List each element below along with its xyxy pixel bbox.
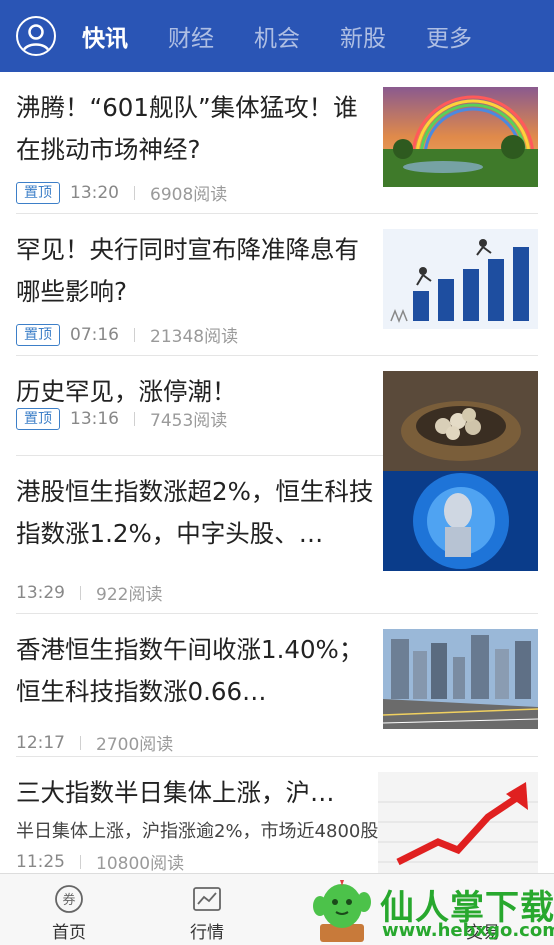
user-avatar-icon[interactable] [16, 16, 56, 56]
tab-gengduo[interactable]: 更多 [426, 19, 472, 53]
news-reads: 21348阅读 [150, 327, 239, 347]
tab-kuaixun[interactable]: 快讯 [82, 19, 128, 53]
top-nav-bar: 快讯 财经 机会 新股 更多 [0, 0, 554, 72]
news-meta: 置顶 13:20 6908阅读 [16, 180, 227, 205]
news-title[interactable]: 沸腾！“601舰队”集体猛攻！谁在挑动市场神经? [16, 87, 376, 171]
news-title[interactable]: 香港恒生指数午间收涨1.40%；恒生科技指数涨0.66… [16, 629, 376, 713]
divider [80, 585, 81, 600]
news-item[interactable]: 罕见！央行同时宣布降准降息有哪些影响? 置顶 07:16 21348阅读 [16, 214, 538, 356]
news-time: 13:16 [70, 408, 119, 429]
svg-text:券: 券 [62, 892, 75, 908]
news-item[interactable]: 港股恒生指数涨超2%，恒生科技指数涨1.2%，中字头股、… 13:29 922阅… [16, 456, 538, 614]
news-thumbnail[interactable] [383, 87, 538, 187]
news-title[interactable]: 罕见！央行同时宣布降准降息有哪些影响? [16, 229, 376, 313]
divider [80, 854, 81, 869]
pinned-badge: 置顶 [16, 407, 60, 430]
watermark: 仙人掌下载网 www.hebxgo.com [300, 870, 554, 945]
news-title[interactable]: 港股恒生指数涨超2%，恒生科技指数涨1.2%，中字头股、… [16, 471, 376, 555]
chart-icon [193, 887, 221, 911]
tab-jihui[interactable]: 机会 [254, 19, 300, 53]
divider [80, 735, 81, 750]
news-meta: 置顶 13:16 7453阅读 [16, 406, 227, 431]
news-thumbnail[interactable] [383, 229, 538, 329]
divider [134, 327, 135, 342]
news-time: 07:16 [70, 324, 119, 345]
tab-caijing[interactable]: 财经 [168, 19, 214, 53]
news-time: 12:17 [16, 732, 65, 753]
news-thumbnail[interactable] [378, 772, 538, 877]
news-meta: 13:29 922阅读 [16, 580, 163, 606]
cactus-logo-icon [313, 880, 371, 942]
nav-market[interactable]: 行情 [138, 874, 276, 945]
news-meta: 12:17 2700阅读 [16, 730, 174, 756]
news-thumbnail[interactable] [383, 471, 538, 571]
nav-home-label: 首页 [52, 923, 86, 943]
tab-xingu[interactable]: 新股 [340, 19, 386, 53]
divider [134, 411, 135, 426]
news-reads: 10800阅读 [96, 854, 185, 874]
news-reads: 2700阅读 [96, 735, 174, 755]
news-item[interactable]: 历史罕见，涨停潮！ 置顶 13:16 7453阅读 [16, 356, 538, 471]
news-time: 11:25 [16, 851, 65, 872]
news-feed: 沸腾！“601舰队”集体猛攻！谁在挑动市场神经? 置顶 13:20 6908阅读… [0, 72, 554, 877]
news-meta: 置顶 07:16 21348阅读 [16, 322, 238, 347]
coupon-icon: 券 [55, 885, 83, 913]
news-time: 13:29 [16, 582, 65, 603]
news-thumbnail[interactable] [383, 629, 538, 729]
news-meta: 11:25 10800阅读 [16, 849, 185, 875]
news-reads: 6908阅读 [150, 185, 228, 205]
watermark-url: www.hebxgo.com [382, 920, 554, 941]
pinned-badge: 置顶 [16, 323, 60, 346]
news-reads: 7453阅读 [150, 411, 228, 431]
nav-market-label: 行情 [190, 923, 224, 943]
news-item[interactable]: 香港恒生指数午间收涨1.40%；恒生科技指数涨0.66… 12:17 2700阅… [16, 614, 538, 757]
app-screen: 快讯 财经 机会 新股 更多 沸腾！“601舰队”集体猛攻！谁在挑动市场神经? [0, 0, 554, 945]
nav-home[interactable]: 券 首页 [0, 874, 138, 945]
divider [134, 185, 135, 200]
news-item[interactable]: 沸腾！“601舰队”集体猛攻！谁在挑动市场神经? 置顶 13:20 6908阅读 [16, 72, 538, 214]
news-time: 13:20 [70, 182, 119, 203]
pinned-badge: 置顶 [16, 181, 60, 204]
news-title[interactable]: 三大指数半日集体上涨，沪… [16, 772, 376, 814]
news-item[interactable]: 三大指数半日集体上涨，沪… 半日集体上涨，沪指涨逾2%，市场近4800股飘 11… [16, 757, 538, 877]
news-reads: 922阅读 [96, 585, 163, 605]
